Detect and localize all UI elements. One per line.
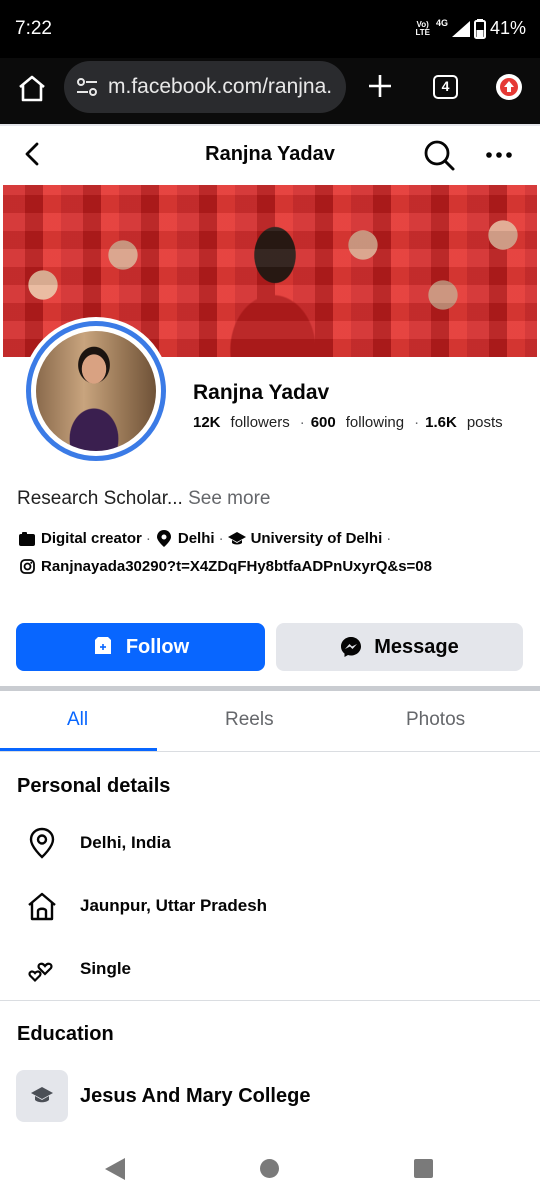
hearts-icon [28,962,53,983]
detail-text: Delhi, India [80,833,171,852]
home-icon [28,892,56,921]
search-icon[interactable] [422,138,456,172]
system-navigation-bar [0,1138,540,1200]
page-title: Ranjna Yadav [205,143,335,165]
detail-current-city: Delhi, India [0,823,540,863]
tab-photos[interactable]: Photos [406,709,465,731]
tab-reels[interactable]: Reels [225,709,274,731]
add-friend-icon [94,637,111,654]
status-time: 7:22 [15,18,52,39]
following-count[interactable]: 600 [311,414,336,431]
avatar [36,331,156,451]
profile-header: Ranjna Yadav [0,124,540,184]
location-text: Delhi [177,530,215,547]
profile-tabs: All Reels Photos [0,691,540,752]
profile-picture[interactable] [22,317,170,465]
message-label: Message [374,635,459,658]
following-label[interactable]: following [346,414,404,431]
messenger-icon [341,637,362,657]
education-title: Education [17,1023,114,1045]
update-arrow-icon [500,78,518,96]
browser-toolbar: m.facebook.com/ranjna. 4 [0,58,540,124]
message-button[interactable]: Message [276,623,523,671]
location-pin-icon [29,827,55,859]
update-button[interactable] [496,74,522,100]
profile-name: Ranjna Yadav [193,381,330,404]
active-tab-indicator [0,748,157,751]
category-icon [18,531,36,546]
battery-icon [473,18,486,39]
site-settings-icon[interactable] [76,77,98,97]
personal-details-title: Personal details [17,775,171,797]
follow-label: Follow [125,635,190,658]
volte-indicator: Vo) LTE [415,19,430,37]
instagram-line[interactable]: Ranjnayada30290?t=X4ZDqFHy8btfaADPnUxyrQ… [18,558,432,575]
bio-text: Research Scholar... [17,488,183,509]
separator-dot: · [299,414,305,431]
instagram-icon [18,559,36,574]
detail-text: Jaunpur, Uttar Pradesh [80,896,268,915]
see-more-link[interactable]: See more [188,488,270,509]
tab-all[interactable]: All [67,709,88,731]
followers-count[interactable]: 12K [193,414,221,431]
signal-icon [451,20,470,37]
new-tab-icon[interactable] [366,72,394,100]
detail-relationship: Single [0,949,540,989]
story-ring [26,321,166,461]
profile-stats: 12K followers · 600 following · 1.6K posts [193,414,507,431]
separator-dot: · [386,530,392,547]
status-indicators: Vo) LTE 4G 41% [415,18,526,39]
nav-home-icon[interactable] [260,1159,279,1178]
follow-button[interactable]: Follow [16,623,265,671]
detail-hometown: Jaunpur, Uttar Pradesh [0,886,540,926]
browser-home-icon[interactable] [16,72,48,104]
battery-level: 41% [489,18,526,38]
graduation-cap-icon [31,1087,53,1103]
separator-dot: · [218,530,224,547]
status-bar: 7:22 Vo) LTE 4G 41% [0,0,540,58]
education-icon-tile [16,1070,68,1122]
nav-recents-icon[interactable] [414,1159,433,1178]
bio: Research Scholar... See more [17,488,270,510]
posts-label: posts [466,414,503,431]
followers-label[interactable]: followers [231,414,290,431]
instagram-handle[interactable]: Ranjnayada30290?t=X4ZDqFHy8btfaADPnUxyrQ… [41,558,432,575]
separator-dot: · [145,530,151,547]
more-options-icon[interactable] [484,140,514,170]
graduation-cap-icon [227,531,246,546]
separator-dot: · [414,414,420,431]
education-text: University of Delhi [250,530,383,547]
url-bar[interactable]: m.facebook.com/ranjna. [64,61,346,113]
category-text: Digital creator [41,530,142,547]
divider [0,1000,540,1001]
network-type: 4G [435,18,448,28]
nav-back-icon[interactable] [105,1158,125,1180]
education-item[interactable]: Jesus And Mary College [16,1070,310,1122]
detail-text: Single [80,959,132,978]
tab-switcher-button[interactable]: 4 [433,75,458,99]
intro-line: Digital creator · Delhi · University of … [18,530,395,547]
location-pin-icon [155,530,173,547]
education-item-text: Jesus And Mary College [80,1084,311,1107]
url-text: m.facebook.com/ranjna. [108,75,333,98]
posts-count: 1.6K [425,414,457,431]
